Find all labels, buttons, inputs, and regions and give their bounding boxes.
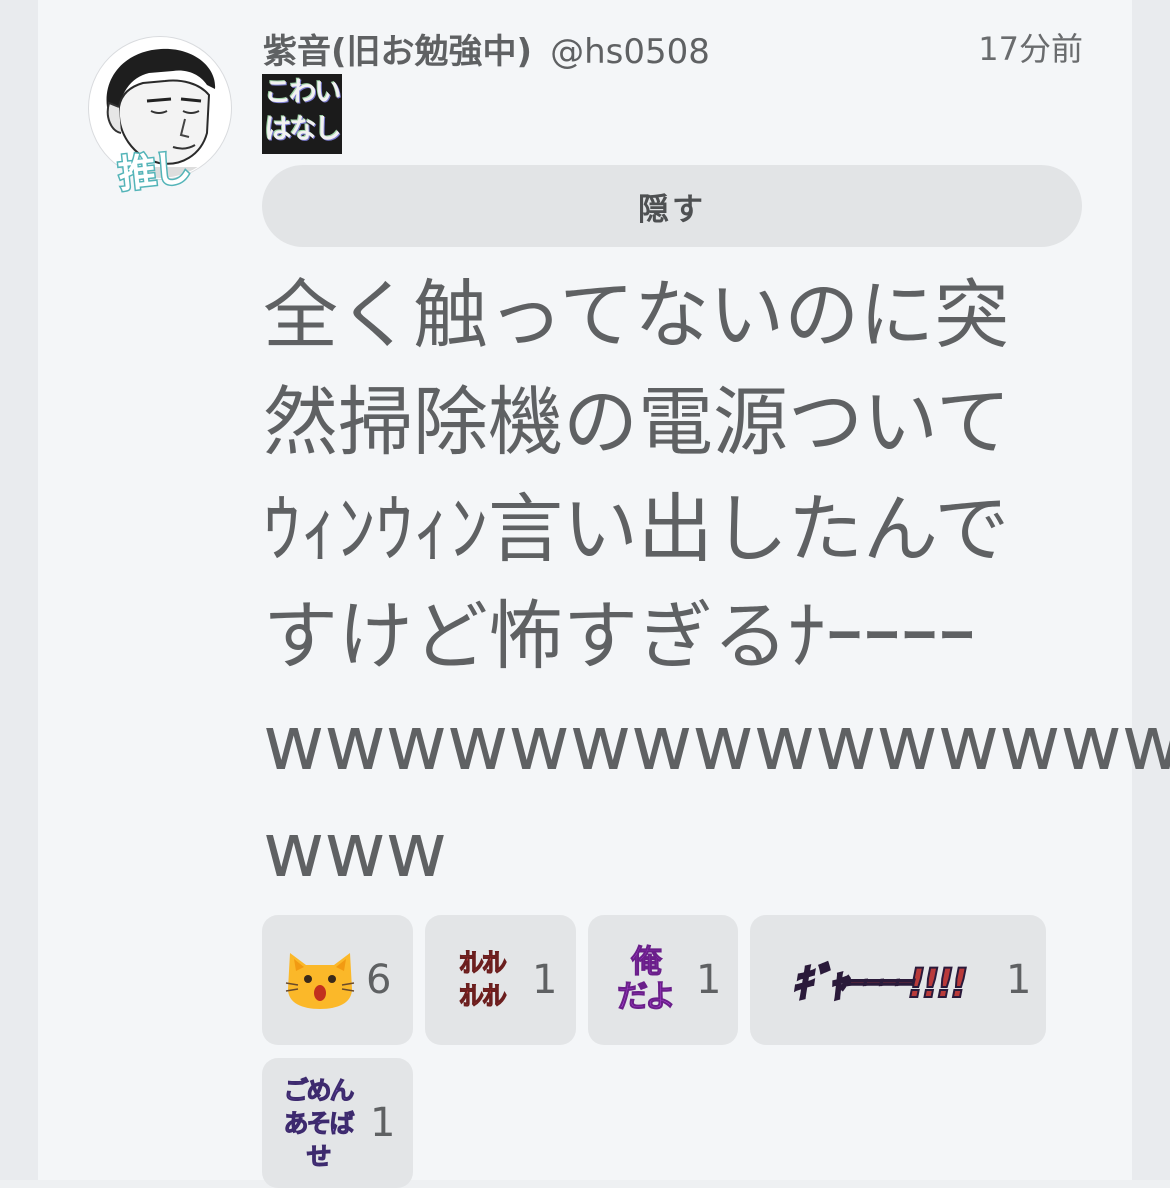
body-line: 全く触ってないのに突 (263, 271, 1010, 359)
reaction-emoji-line: ｵﾚｵﾚ (459, 948, 508, 980)
reaction-emoji-line: ごめん (283, 1075, 355, 1105)
reaction-button[interactable]: ｵﾚｵﾚ ｵﾚｵﾚ 1 (425, 915, 576, 1045)
reaction-emoji-line: ｵﾚｵﾚ (459, 981, 508, 1013)
cw-custom-emoji: こわい はなし (262, 74, 342, 154)
note-timestamp[interactable]: 17分前 (978, 24, 1083, 70)
note-header: 紫音(旧お勉強中) @hs0508 17分前 (263, 24, 1083, 72)
hide-content-button[interactable]: 隠す (262, 165, 1082, 247)
cat-shocked-icon (285, 953, 355, 1009)
reaction-emoji-line: 俺 (631, 944, 663, 980)
reaction-count: 1 (370, 1100, 396, 1146)
reaction-button[interactable]: ｷﾞｬｰｰｰｰ!!!! 1 (750, 915, 1046, 1045)
reaction-emoji: 俺 だよ (612, 944, 678, 1015)
reaction-button[interactable]: 俺 だよ 1 (588, 915, 738, 1045)
reaction-emoji-line: あそばせ (283, 1108, 355, 1171)
reaction-count: 6 (366, 957, 392, 1003)
body-line: 然掃除機の電源ついて (263, 378, 1011, 466)
reaction-count: 1 (696, 957, 722, 1003)
note-body-text: 全く触ってないのに突 然掃除機の電源ついて ｳｨﾝｳｨﾝ言い出したんで すけど怖… (263, 262, 1170, 904)
reaction-count: 1 (1006, 957, 1032, 1003)
cw-emoji-line-2: はなし (264, 114, 342, 145)
body-line: www (263, 806, 448, 894)
display-name[interactable]: 紫音(旧お勉強中) (263, 32, 532, 72)
avatar-badge: 推し (115, 144, 192, 198)
reaction-emoji: ｵﾚｵﾚ ｵﾚｵﾚ (442, 947, 522, 1013)
reaction-emoji-line: だよ (617, 979, 677, 1015)
reaction-button[interactable]: ごめん あそばせ 1 (262, 1058, 413, 1188)
username[interactable]: @hs0508 (550, 32, 710, 72)
reaction-emoji: ごめん あそばせ (278, 1074, 358, 1173)
reaction-emoji: ｷﾞｬｰｰｰｰ!!!! (791, 960, 970, 1008)
body-line: ｳｨﾝｳｨﾝ言い出したんで (263, 485, 1010, 573)
cw-emoji-line-1: こわい (264, 77, 342, 108)
body-line: wwwwwwwwwwwwwww (263, 699, 1170, 787)
reaction-button[interactable]: 6 (262, 915, 413, 1045)
body-line: すけど怖すぎるﾅｰｰｰｰ (263, 592, 976, 680)
left-gutter (0, 0, 38, 1180)
right-gutter (1132, 0, 1170, 1180)
reaction-count: 1 (532, 957, 558, 1003)
